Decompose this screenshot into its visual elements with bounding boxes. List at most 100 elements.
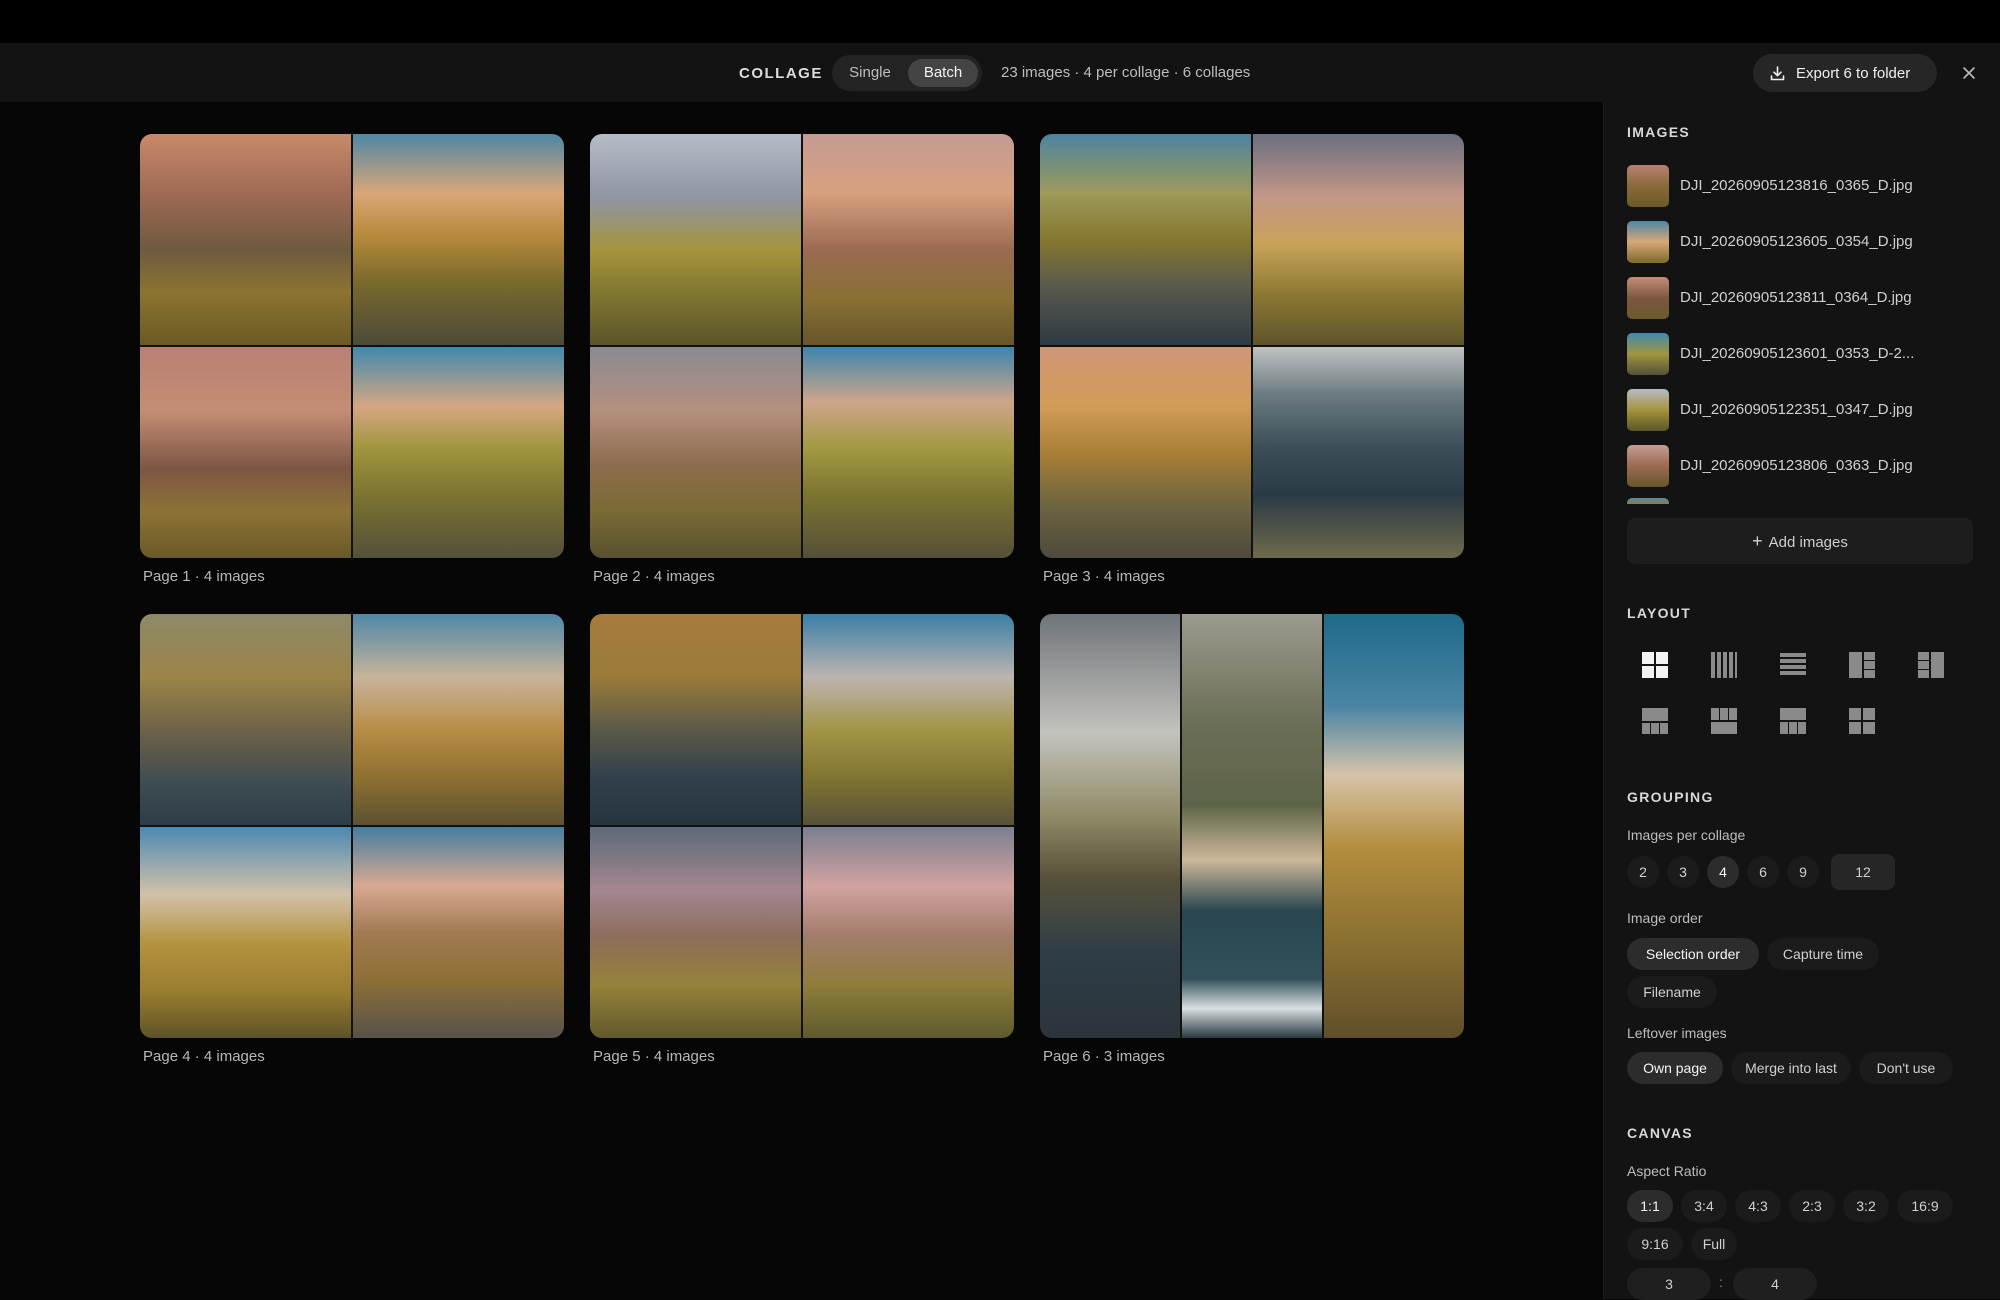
layout-section-title: LAYOUT	[1627, 605, 1692, 621]
image-list-item[interactable]: DJI_20260905123816_0365_D.jpg	[1627, 164, 1967, 208]
mode-batch-button[interactable]: Batch	[908, 59, 978, 87]
add-images-button[interactable]: + Add images	[1627, 518, 1973, 564]
image-thumbnail	[1627, 165, 1669, 207]
collage-image[interactable]	[590, 614, 801, 825]
export-button[interactable]: Export 6 to folder	[1753, 54, 1937, 92]
leftover-images-label: Leftover images	[1627, 1025, 1727, 1041]
collage-page-4[interactable]	[140, 614, 564, 1038]
image-list-item[interactable]: DJI_20260905123601_0353_D-2...	[1627, 332, 1967, 376]
collage-image[interactable]	[1253, 134, 1464, 345]
aspect-1-1-button[interactable]: 1:1	[1627, 1190, 1673, 1222]
grid-2x2-icon[interactable]	[1640, 650, 1670, 680]
close-icon[interactable]	[1955, 59, 1983, 87]
mosaic-icon[interactable]	[1847, 706, 1877, 736]
image-list-item[interactable]: DJI_20260905123811_0364_D.jpg	[1627, 276, 1967, 320]
collage-image[interactable]	[803, 134, 1014, 345]
image-filename: DJI_20260905123806_0363_D.jpg	[1680, 457, 1913, 474]
image-thumbnail	[1627, 389, 1669, 431]
collage-image[interactable]	[140, 614, 351, 825]
per-collage-option-3[interactable]: 3	[1667, 856, 1699, 888]
collage-image[interactable]	[353, 827, 564, 1038]
collage-image[interactable]	[353, 614, 564, 825]
columns-icon[interactable]	[1709, 650, 1739, 680]
collage-caption: Page 4 · 4 images	[143, 1048, 265, 1065]
canvas-section-title: CANVAS	[1627, 1125, 1693, 1141]
aspect-3-4-button[interactable]: 3:4	[1681, 1190, 1727, 1222]
collage-image[interactable]	[353, 134, 564, 345]
per-collage-option-2[interactable]: 2	[1627, 856, 1659, 888]
grid-3x2-icon[interactable]	[1709, 706, 1739, 736]
collage-image[interactable]	[803, 827, 1014, 1038]
collage-image[interactable]	[1040, 614, 1180, 1038]
collage-caption: Page 2 · 4 images	[593, 568, 715, 585]
feature-left-icon[interactable]	[1847, 650, 1877, 680]
collage-page-2[interactable]	[590, 134, 1014, 558]
feature-right-icon[interactable]	[1916, 650, 1946, 680]
order-capture-time-button[interactable]: Capture time	[1767, 938, 1879, 970]
aspect-ratio-label: Aspect Ratio	[1627, 1163, 1707, 1179]
image-list-item[interactable]: DJI_20260905123806_0363_D.jpg	[1627, 444, 1967, 488]
aspect-3-2-button[interactable]: 3:2	[1843, 1190, 1889, 1222]
per-collage-option-9[interactable]: 9	[1787, 856, 1819, 888]
grouping-section-title: GROUPING	[1627, 789, 1714, 805]
window-top-strip	[0, 0, 2000, 43]
per-collage-option-12[interactable]: 12	[1831, 854, 1895, 890]
image-list-item[interactable]: DJI_20260905122351_0347_D.jpg	[1627, 388, 1967, 432]
collage-grid: Page 1 · 4 images Page 2 · 4 images Page…	[0, 102, 1603, 1299]
collage-image[interactable]	[590, 347, 801, 558]
aspect-9-16-button[interactable]: 9:16	[1627, 1228, 1683, 1260]
plus-icon: +	[1752, 531, 1763, 551]
leftover-own-page-button[interactable]: Own page	[1627, 1052, 1723, 1084]
collage-page-6[interactable]	[1040, 614, 1464, 1038]
collage-image[interactable]	[590, 827, 801, 1038]
collage-image[interactable]	[1040, 134, 1251, 345]
aspect-4-3-button[interactable]: 4:3	[1735, 1190, 1781, 1222]
aspect-full-button[interactable]: Full	[1691, 1228, 1737, 1260]
rows-icon[interactable]	[1778, 650, 1808, 680]
collage-image[interactable]	[1324, 614, 1464, 1038]
collage-image[interactable]	[1040, 347, 1251, 558]
mode-single-button[interactable]: Single	[836, 59, 904, 87]
per-collage-option-6[interactable]: 6	[1747, 856, 1779, 888]
collage-image[interactable]	[1253, 347, 1464, 558]
collage-page-3[interactable]	[1040, 134, 1464, 558]
per-collage-option-4[interactable]: 4	[1707, 856, 1739, 888]
toolbar: COLLAGE Single Batch 23 images · 4 per c…	[0, 43, 2000, 102]
custom-ratio-width-input[interactable]: 3	[1627, 1268, 1711, 1300]
feature-bottom-icon[interactable]	[1778, 706, 1808, 736]
leftover-merge-button[interactable]: Merge into last	[1731, 1052, 1851, 1084]
image-thumbnail	[1627, 277, 1669, 319]
collage-image[interactable]	[803, 347, 1014, 558]
collage-image[interactable]	[140, 134, 351, 345]
aspect-2-3-button[interactable]: 2:3	[1789, 1190, 1835, 1222]
image-thumbnail	[1627, 333, 1669, 375]
collage-caption: Page 1 · 4 images	[143, 568, 265, 585]
image-thumbnail	[1627, 445, 1669, 487]
collage-page-1[interactable]	[140, 134, 564, 558]
image-filename: DJI_20260905123605_0354_D.jpg	[1680, 233, 1913, 250]
settings-sidebar: IMAGES DJI_20260905123816_0365_D.jpg DJI…	[1603, 102, 2000, 1300]
export-button-label: Export 6 to folder	[1796, 65, 1911, 82]
order-filename-button[interactable]: Filename	[1627, 976, 1717, 1008]
aspect-16-9-button[interactable]: 16:9	[1897, 1190, 1953, 1222]
image-thumbnail-partial	[1627, 498, 1669, 504]
collage-image[interactable]	[140, 827, 351, 1038]
toolbar-title: COLLAGE	[739, 65, 823, 82]
image-filename: DJI_20260905122351_0347_D.jpg	[1680, 401, 1913, 418]
collage-image[interactable]	[1182, 614, 1322, 1038]
collage-image[interactable]	[140, 347, 351, 558]
custom-ratio-height-input[interactable]: 4	[1733, 1268, 1817, 1300]
image-list-item[interactable]: DJI_20260905123605_0354_D.jpg	[1627, 220, 1967, 264]
feature-top-icon[interactable]	[1640, 706, 1670, 736]
collage-image[interactable]	[590, 134, 801, 345]
images-section-title: IMAGES	[1627, 124, 1691, 140]
collage-page-5[interactable]	[590, 614, 1014, 1038]
collage-image[interactable]	[353, 347, 564, 558]
collage-caption: Page 6 · 3 images	[1043, 1048, 1165, 1065]
order-selection-button[interactable]: Selection order	[1627, 938, 1759, 970]
image-filename: DJI_20260905123811_0364_D.jpg	[1680, 289, 1912, 306]
custom-ratio-separator: :	[1719, 1274, 1723, 1290]
collage-caption: Page 3 · 4 images	[1043, 568, 1165, 585]
leftover-dont-use-button[interactable]: Don't use	[1859, 1052, 1953, 1084]
collage-image[interactable]	[803, 614, 1014, 825]
